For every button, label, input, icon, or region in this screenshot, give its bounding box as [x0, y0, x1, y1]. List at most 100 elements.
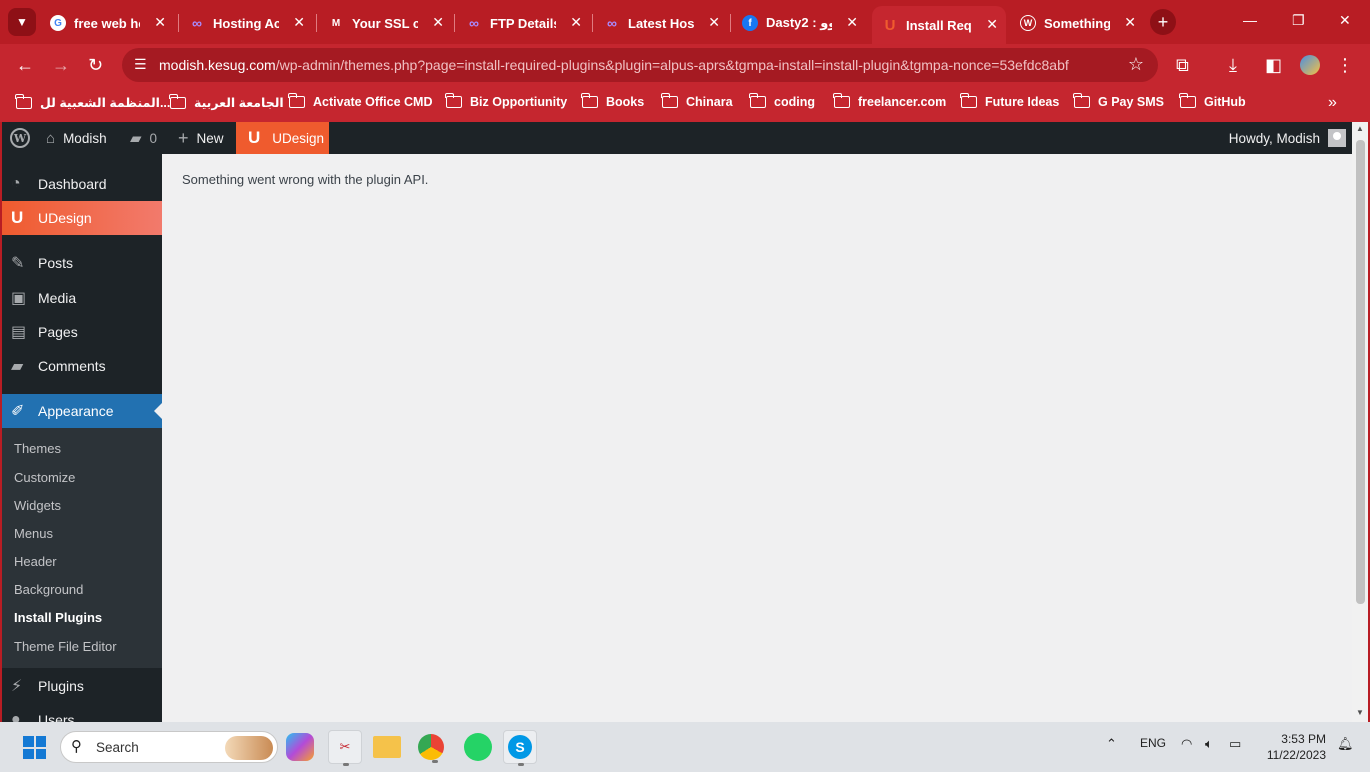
taskbar-search[interactable]: ⚲ Search — [60, 731, 278, 763]
restore-icon[interactable]: ❐ — [1292, 12, 1305, 29]
close-icon[interactable]: ✕ — [986, 16, 998, 33]
close-icon[interactable]: ✕ — [708, 14, 720, 31]
tab-1[interactable]: G free web hos ✕ — [40, 8, 174, 38]
bookmark-folder[interactable]: G Pay SMS — [1073, 93, 1164, 109]
bookmark-folder[interactable]: Activate Office CMD — [288, 93, 432, 109]
close-icon[interactable]: ✕ — [1124, 14, 1136, 31]
more-menu-icon[interactable]: ⋮ — [1336, 54, 1354, 76]
submenu-item-customize[interactable]: Customize — [14, 470, 75, 485]
scrollbar-thumb[interactable] — [1356, 140, 1365, 604]
comments-link[interactable]: ▰ 0 — [130, 122, 157, 154]
sidebar-item-label: Appearance — [38, 403, 114, 419]
windows-logo-tile — [35, 736, 46, 747]
sidebar-item-plugins[interactable]: ⚡ Plugins — [2, 669, 162, 703]
tab-4[interactable]: ∞ FTP Details ✕ — [456, 8, 590, 38]
tab-3[interactable]: M Your SSL cer ✕ — [318, 8, 452, 38]
bookmark-folder[interactable]: Biz Opportiunity — [445, 93, 567, 109]
reload-icon[interactable]: ↻ — [88, 54, 103, 76]
tab-separator — [592, 14, 593, 32]
submenu-item-background[interactable]: Background — [14, 582, 83, 597]
my-account-menu[interactable]: Howdy, Modish — [1229, 122, 1346, 154]
extensions-icon[interactable]: ⧉ — [1176, 54, 1189, 76]
volume-icon[interactable]: 🔈︎ — [1205, 736, 1213, 752]
window-close-icon[interactable]: ✕ — [1339, 12, 1351, 29]
sidebar-item-dashboard[interactable]: ◔ Dashboard — [2, 167, 162, 201]
tab-search-button[interactable]: ▼ — [8, 8, 36, 36]
language-indicator[interactable]: ENG — [1140, 736, 1166, 750]
close-icon[interactable]: ✕ — [293, 14, 305, 31]
wifi-icon[interactable]: ◠ — [1181, 736, 1192, 752]
close-icon[interactable]: ✕ — [570, 14, 582, 31]
system-clock[interactable]: 3:53 PM 11/22/2023 — [1262, 731, 1326, 763]
snipping-tool-icon[interactable]: ✂ — [328, 730, 362, 766]
close-icon[interactable]: ✕ — [432, 14, 444, 31]
tab-6[interactable]: f Dasty2 : دوو ✕ — [732, 8, 866, 38]
profile-avatar[interactable] — [1300, 55, 1320, 75]
chevron-double-right-icon[interactable]: » — [1328, 94, 1337, 112]
user-icon: ● — [11, 711, 21, 722]
site-name-link[interactable]: ⌂ Modish — [46, 122, 107, 154]
start-button[interactable] — [23, 736, 46, 759]
bookmark-folder[interactable]: GitHub — [1179, 93, 1246, 109]
whatsapp-icon[interactable] — [464, 733, 492, 761]
bookmark-folder[interactable]: الجامعة العربية — [169, 93, 284, 110]
sidebar-item-udesign[interactable]: U UDesign — [2, 201, 162, 235]
battery-icon[interactable]: ▭ — [1229, 736, 1241, 752]
submenu-item-widgets[interactable]: Widgets — [14, 498, 61, 513]
scroll-down-icon[interactable]: ▼ — [1356, 708, 1364, 717]
minimize-icon[interactable]: — — [1243, 12, 1257, 28]
submenu-item-themes[interactable]: Themes — [14, 441, 61, 456]
tab-2[interactable]: ∞ Hosting Acco ✕ — [179, 8, 313, 38]
submenu-item-header[interactable]: Header — [14, 554, 57, 569]
bookmark-folder[interactable]: freelancer.com — [833, 93, 946, 109]
wp-logo-menu[interactable]: W — [10, 122, 30, 154]
submenu-item-theme-file-editor[interactable]: Theme File Editor — [14, 639, 117, 654]
site-settings-icon[interactable]: ☰ — [134, 56, 147, 73]
sidebar-item-pages[interactable]: ▤ Pages — [2, 315, 162, 349]
tab-5[interactable]: ∞ Latest Hostin ✕ — [594, 8, 728, 38]
udesign-admin-link[interactable]: U UDesign — [236, 122, 329, 154]
bookmark-folder[interactable]: coding — [749, 93, 815, 109]
bookmark-folder[interactable]: Books — [581, 93, 644, 109]
download-icon[interactable]: ⤓ — [1229, 54, 1237, 76]
chrome-icon[interactable] — [418, 734, 444, 763]
copilot-icon[interactable] — [286, 733, 314, 761]
skype-button[interactable]: S — [503, 730, 537, 766]
comment-icon: ▰ — [11, 358, 24, 375]
bookmark-folder[interactable]: Future Ideas — [960, 93, 1059, 109]
submenu-item-menus[interactable]: Menus — [14, 526, 53, 541]
back-icon[interactable]: ← — [16, 54, 34, 76]
windows-taskbar: ⚲ Search ✂ S ⌃ ENG ◠ 🔈︎ ▭ 3:53 PM 11/22/… — [0, 722, 1370, 772]
windows-logo-tile — [35, 748, 46, 759]
folder-icon — [960, 93, 977, 108]
sidebar-item-appearance[interactable]: ✐ Appearance — [2, 394, 162, 428]
address-bar[interactable]: ☰ modish.kesug.com/wp-admin/themes.php?p… — [122, 48, 1158, 82]
scroll-up-icon[interactable]: ▲ — [1356, 124, 1364, 133]
side-panel-icon[interactable]: ◧ — [1265, 54, 1282, 76]
tab-7-active[interactable]: U Install Requi ✕ — [872, 6, 1006, 44]
sidebar-item-users[interactable]: ● Users — [2, 703, 162, 722]
bookmarks-bar: المنظمة الشعبية لل... الجامعة العربية Ac… — [0, 86, 1370, 122]
close-icon[interactable]: ✕ — [154, 14, 166, 31]
bookmark-folder[interactable]: المنظمة الشعبية لل... — [15, 93, 170, 110]
page-scrollbar[interactable]: ▲ ▼ — [1352, 122, 1368, 722]
bookmark-star-icon[interactable]: ☆ — [1128, 54, 1144, 75]
new-tab-button[interactable]: + — [1150, 9, 1176, 35]
close-icon[interactable]: ✕ — [846, 14, 858, 31]
file-explorer-icon[interactable] — [373, 736, 401, 758]
folder-icon — [833, 93, 850, 108]
udesign-icon: U — [884, 16, 896, 34]
new-content-link[interactable]: + New — [178, 122, 224, 154]
url-text[interactable]: modish.kesug.com/wp-admin/themes.php?pag… — [159, 57, 1069, 73]
submenu-item-install-plugins[interactable]: Install Plugins — [14, 610, 102, 625]
folder-icon — [661, 93, 678, 108]
sidebar-item-posts[interactable]: ✎ Posts — [2, 246, 162, 280]
notification-bell-icon[interactable]: 🔔︎ — [1337, 736, 1354, 752]
sidebar-item-comments[interactable]: ▰ Comments — [2, 349, 162, 383]
sidebar-item-label: Plugins — [38, 678, 84, 694]
tab-8[interactable]: W Something w ✕ — [1010, 8, 1144, 38]
bookmark-folder[interactable]: Chinara — [661, 93, 733, 109]
forward-icon[interactable]: → — [52, 54, 70, 76]
chevron-up-icon[interactable]: ⌃ — [1106, 736, 1117, 752]
sidebar-item-media[interactable]: ▣ Media — [2, 281, 162, 315]
